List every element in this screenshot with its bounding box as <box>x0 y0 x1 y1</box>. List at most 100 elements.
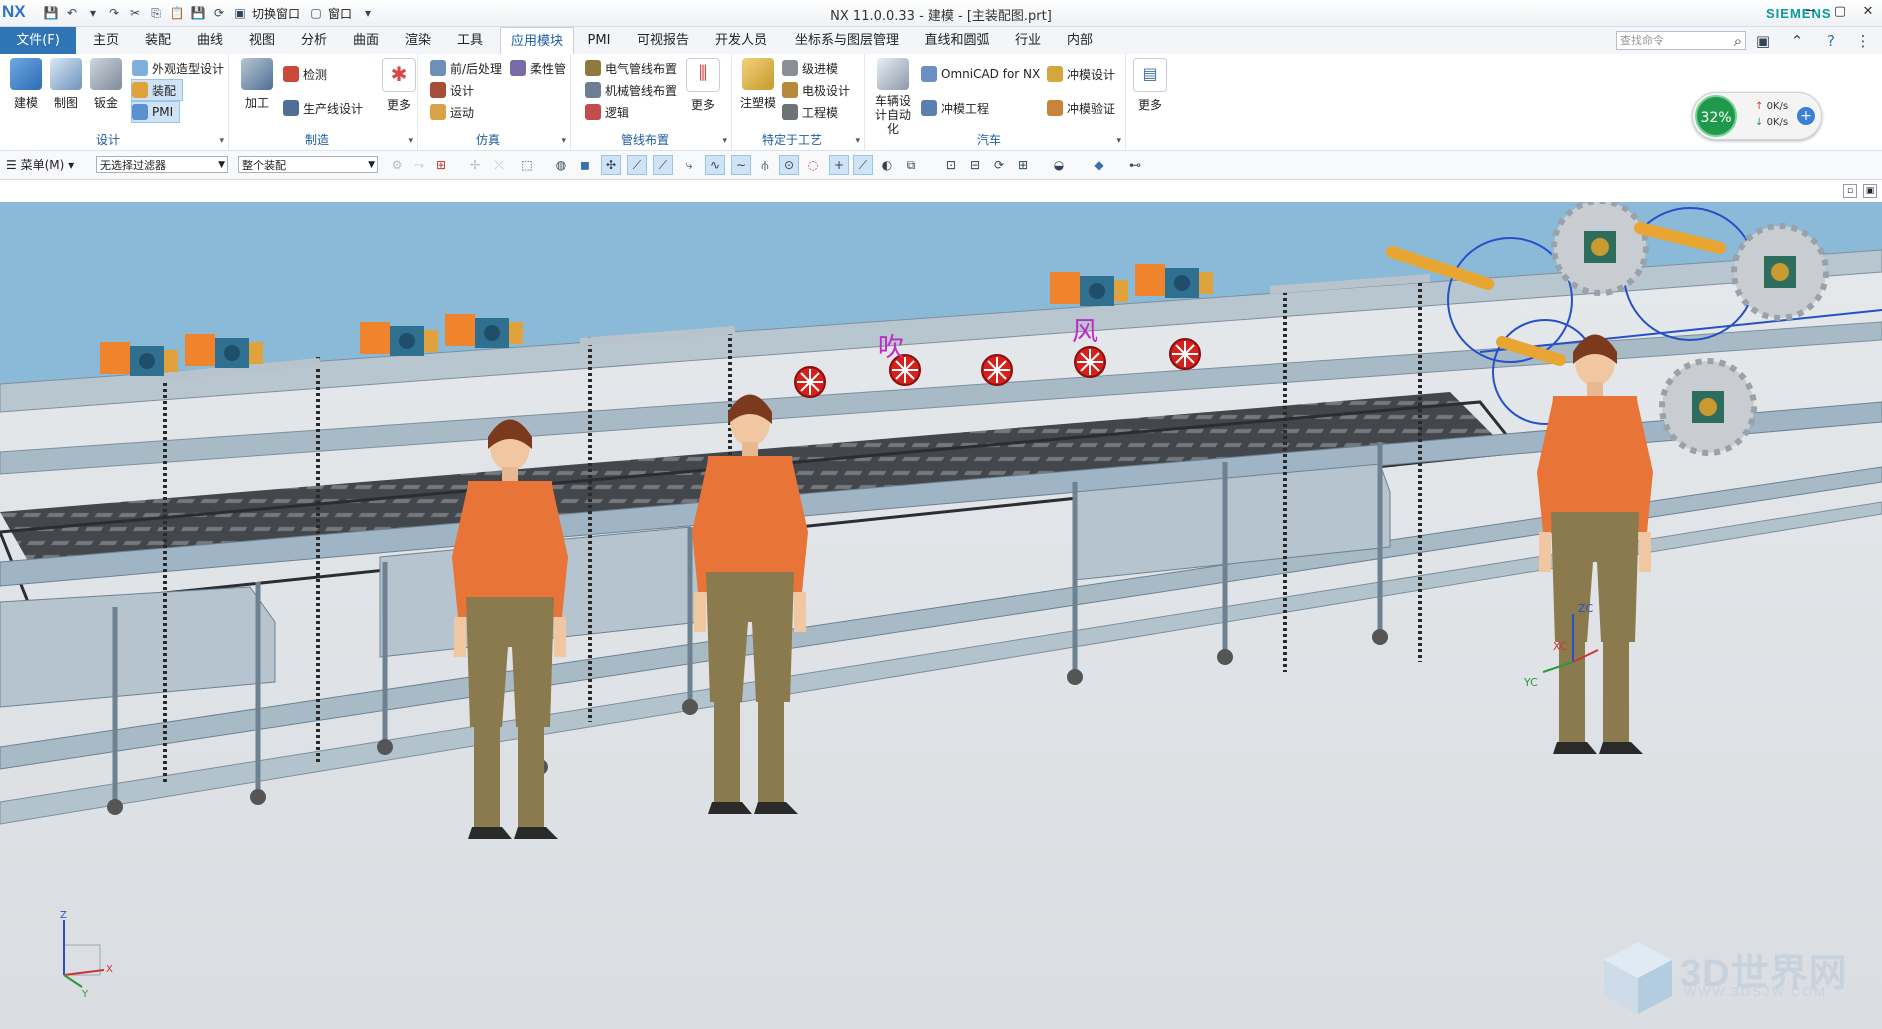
inspection-button[interactable]: 检测 <box>283 64 327 84</box>
csys-xc-label: XC <box>1553 640 1568 653</box>
graphics-window[interactable]: 吹 风 XC YC ZC Z X Y <box>0 202 1882 1029</box>
tab-assembly[interactable]: 装配 <box>136 27 180 54</box>
group-routing-dropdown-icon[interactable]: ▾ <box>722 136 727 146</box>
snap-icon[interactable]: ✢ <box>466 156 484 174</box>
die-engineering-button[interactable]: 冲模工程 <box>921 98 989 118</box>
solid-body-icon[interactable]: ◼ <box>576 156 594 174</box>
close-icon[interactable]: ✕ <box>1858 4 1878 22</box>
tab-curve[interactable]: 曲线 <box>188 27 232 54</box>
mold-wizard-button[interactable]: 注塑模 <box>736 58 780 111</box>
minimize-icon[interactable]: ─ <box>1800 4 1820 22</box>
3d-scene[interactable]: 吹 风 XC YC ZC Z X Y <box>0 202 1882 1029</box>
line-designer-button[interactable]: 生产线设计 <box>283 98 363 118</box>
point-snap-icon[interactable]: ✣ <box>601 155 621 175</box>
type-filter-select[interactable]: 无选择过滤器 ▼ <box>96 156 228 173</box>
electrical-routing-button[interactable]: 电气管线布置 <box>585 58 677 78</box>
tab-industry[interactable]: 行业 <box>1006 27 1050 54</box>
routing-more-button[interactable]: ⫼ 更多 <box>681 58 725 113</box>
collapse-ribbon-icon[interactable]: ⌃ <box>1786 30 1808 52</box>
ribbon-more-button[interactable]: ▤ 更多 <box>1128 58 1172 113</box>
modeling-button[interactable]: 建模 <box>4 58 48 111</box>
rectangle-select-icon[interactable]: ⬚ <box>518 156 536 174</box>
maximize-icon[interactable]: ▢ <box>1830 4 1850 22</box>
group-manufacturing: 加工 检测 生产线设计 ✱ 更多 制造 ▾ <box>229 54 418 150</box>
manufacturing-more-button[interactable]: ✱ 更多 <box>377 58 421 113</box>
search-icon[interactable]: ⌕ <box>1727 30 1749 52</box>
control-point-icon[interactable]: ⤷ <box>680 156 698 174</box>
bounded-grid-icon[interactable]: ◐ <box>878 156 896 174</box>
tab-view[interactable]: 视图 <box>240 27 284 54</box>
group-manufacturing-dropdown-icon[interactable]: ▾ <box>408 136 413 146</box>
quadrant-icon[interactable]: ◌ <box>804 156 822 174</box>
sim-design-button[interactable]: 设计 <box>430 80 474 100</box>
machining-button[interactable]: 加工 <box>235 58 279 111</box>
shaded-body-icon[interactable]: ◍ <box>552 156 570 174</box>
tab-lines-arcs[interactable]: 直线和圆弧 <box>916 27 998 54</box>
tab-visual-report[interactable]: 可视报告 <box>628 27 698 54</box>
group-design-dropdown-icon[interactable]: ▾ <box>219 136 224 146</box>
group-simulation-dropdown-icon[interactable]: ▾ <box>561 136 566 146</box>
mid-point-icon[interactable]: ⟋ <box>653 155 673 175</box>
menu-button[interactable]: ☰ 菜单(M) ▾ <box>6 156 74 173</box>
motion-button[interactable]: 运动 <box>430 102 474 122</box>
omnicad-button[interactable]: OmniCAD for NX <box>921 64 1040 84</box>
rotate-icon[interactable]: ⟳ <box>990 156 1008 174</box>
flexible-pipe-button[interactable]: 柔性管 <box>510 58 566 78</box>
render-style-icon[interactable]: ◒ <box>1050 156 1068 174</box>
restore-view-icon[interactable]: ▫ <box>1843 184 1857 198</box>
assemblies-icon <box>132 82 148 98</box>
logical-button[interactable]: 逻辑 <box>585 102 629 122</box>
file-tab[interactable]: 文件(F) <box>0 27 76 54</box>
tab-internal[interactable]: 内部 <box>1058 27 1102 54</box>
touch-mode-icon[interactable]: ▣ <box>1752 30 1774 52</box>
selection-scope-select[interactable]: 整个装配 ▼ <box>238 156 378 173</box>
tab-home[interactable]: 主页 <box>84 27 128 54</box>
ribbon-options-icon[interactable]: ⋮ <box>1852 30 1874 52</box>
maximize-view-icon[interactable]: ▣ <box>1863 184 1877 198</box>
point-on-curve-icon[interactable]: ⫛ <box>756 156 774 174</box>
existing-point-icon[interactable]: + <box>829 155 849 175</box>
show-hide-icon[interactable]: ⊷ <box>1126 156 1144 174</box>
end-point-icon[interactable]: ⟋ <box>627 155 647 175</box>
tab-pmi[interactable]: PMI <box>580 27 618 54</box>
die-design-button[interactable]: 冲模设计 <box>1047 64 1115 84</box>
mechanical-routing-button[interactable]: 机械管线布置 <box>585 80 677 100</box>
sheet-metal-button[interactable]: 钣金 <box>84 58 128 111</box>
help-icon[interactable]: ? <box>1820 30 1842 52</box>
engineering-die-button[interactable]: 工程模 <box>782 102 838 122</box>
pole-icon[interactable]: ⧉ <box>902 156 920 174</box>
fit-view-icon[interactable]: ⊡ <box>942 156 960 174</box>
pmi-button[interactable]: PMI <box>130 101 181 123</box>
tab-render[interactable]: 渲染 <box>396 27 440 54</box>
group-process-specific: 注塑模 级进模 电极设计 工程模 特定于工艺 ▾ <box>732 54 865 150</box>
general-selection-icon[interactable]: ⚙ <box>388 156 406 174</box>
tab-developer[interactable]: 开发人员 <box>708 27 774 54</box>
work-view-icon[interactable]: ◆ <box>1090 156 1108 174</box>
drafting-button[interactable]: 制图 <box>44 58 88 111</box>
group-automotive-dropdown-icon[interactable]: ▾ <box>1116 136 1121 146</box>
curve-point-icon[interactable]: ∼ <box>731 155 751 175</box>
deselect-icon[interactable]: ⤫ <box>490 156 508 174</box>
vehicle-design-automation-button[interactable]: 车辆设计自动化 <box>865 58 921 136</box>
tab-analysis[interactable]: 分析 <box>292 27 336 54</box>
orient-view-icon[interactable]: ⊞ <box>1014 156 1032 174</box>
select-within-icon[interactable]: ⊞ <box>432 156 450 174</box>
tab-applications[interactable]: 应用模块 <box>500 27 574 55</box>
shape-studio-button[interactable]: 外观造型设计 <box>132 58 224 78</box>
pre-post-button[interactable]: 前/后处理 <box>430 58 502 78</box>
expand-monitor-icon[interactable]: + <box>1797 107 1815 125</box>
select-intent-icon[interactable]: ⤳ <box>410 156 428 174</box>
tab-csys-layers[interactable]: 坐标系与图层管理 <box>784 27 910 54</box>
point-on-surface-icon[interactable]: ⟋ <box>853 155 873 175</box>
assemblies-button[interactable]: 装配 <box>130 79 184 101</box>
group-process-specific-dropdown-icon[interactable]: ▾ <box>855 136 860 146</box>
electrode-design-button[interactable]: 电极设计 <box>782 80 850 100</box>
tab-tools[interactable]: 工具 <box>448 27 492 54</box>
die-validation-button[interactable]: 冲模验证 <box>1047 98 1115 118</box>
arc-center-icon[interactable]: ⊙ <box>779 155 799 175</box>
machining-icon <box>241 58 273 90</box>
progressive-die-button[interactable]: 级进模 <box>782 58 838 78</box>
tab-surface[interactable]: 曲面 <box>344 27 388 54</box>
intersection-icon[interactable]: ∿ <box>705 155 725 175</box>
zoom-icon[interactable]: ⊟ <box>966 156 984 174</box>
